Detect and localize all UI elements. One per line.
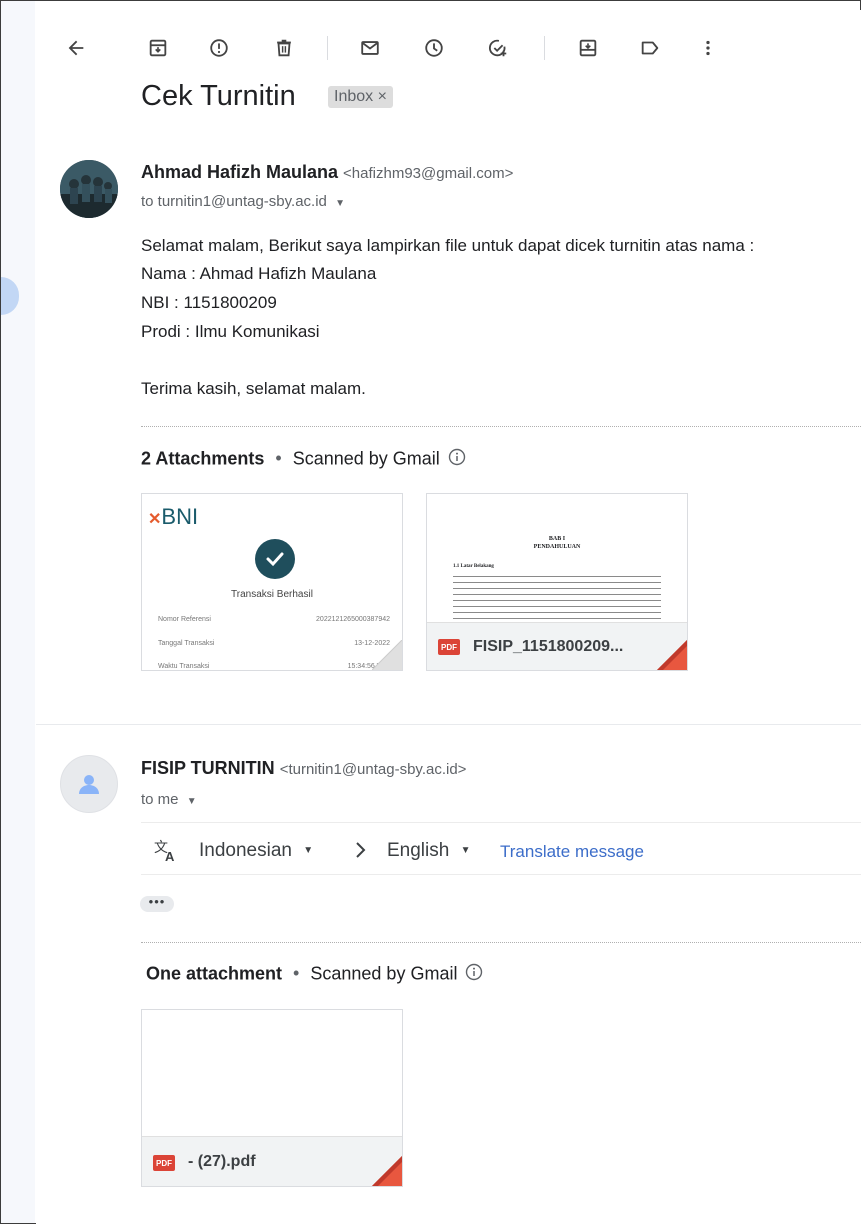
info-icon[interactable]: [465, 963, 483, 986]
bullet-separator: •: [275, 448, 282, 469]
attachment-thumbnail-pdf[interactable]: PDF - (27).pdf: [141, 1009, 403, 1187]
left-nav-strip: [1, 1, 35, 1223]
page-fold-icon: [372, 640, 402, 670]
show-trimmed-content-button[interactable]: •••: [140, 895, 174, 912]
pdf-preview-section: 1.1 Latar Belakang: [453, 564, 494, 569]
add-task-icon[interactable]: [482, 32, 514, 64]
chevron-down-icon: ▼: [460, 845, 471, 857]
check-circle-icon: [255, 539, 295, 579]
recipient-text: to me: [141, 791, 179, 808]
inbox-label-chip[interactable]: Inbox ×: [328, 86, 393, 108]
label-icon[interactable]: [634, 32, 666, 64]
chevron-down-icon: ▼: [335, 198, 345, 209]
attachments-header: One attachment • Scanned by Gmail: [146, 963, 483, 986]
attachment-footer: PDF FISIP_1151800209...: [427, 622, 687, 670]
bullet-separator: •: [293, 963, 300, 984]
source-language-select[interactable]: Indonesian ▼: [199, 840, 313, 862]
email-subject: Cek Turnitin: [141, 80, 296, 112]
receipt-label: Waktu Transaksi: [158, 663, 210, 670]
body-line: Prodi : Ilmu Komunikasi: [141, 322, 320, 341]
bni-brand: BNI: [161, 504, 199, 529]
pdf-preview-text: [453, 574, 661, 622]
body-line: NBI : 1151800209: [141, 293, 277, 312]
attachment-thumbnail-pdf[interactable]: BAB I PENDAHULUAN 1.1 Latar Belakang PDF…: [426, 493, 688, 671]
toolbar: [36, 10, 861, 88]
attachments-divider: [141, 942, 861, 943]
back-icon[interactable]: [60, 32, 92, 64]
pdf-preview: [142, 1010, 402, 1136]
sender-avatar[interactable]: [60, 160, 118, 218]
message-divider: [36, 724, 861, 725]
receipt-label: Nomor Referensi: [158, 616, 211, 623]
bni-logo-icon: ✕: [148, 511, 162, 528]
chevron-down-icon: ▼: [303, 845, 314, 857]
attachment-footer: PDF - (27).pdf: [142, 1136, 402, 1186]
sender-name[interactable]: FISIP TURNITIN <turnitin1@untag-sby.ac.i…: [141, 758, 466, 779]
attachment-filename: FISIP_1151800209...: [473, 638, 624, 655]
sender-email: <hafizhm93@gmail.com>: [343, 165, 514, 182]
archive-icon[interactable]: [142, 32, 174, 64]
pdf-icon: PDF: [438, 639, 460, 655]
body-line: Terima kasih, selamat malam.: [141, 379, 366, 398]
attachment-count: One attachment: [146, 963, 283, 984]
receipt-label: Tanggal Transaksi: [158, 640, 215, 647]
page-fold-icon: [657, 640, 687, 670]
attachments-divider: [141, 426, 861, 427]
translate-bottom-divider: [141, 874, 861, 875]
toolbar-separator: [544, 36, 545, 60]
default-avatar-icon: [79, 775, 99, 794]
sender-name-text: FISIP TURNITIN: [141, 758, 275, 778]
message-panel: Cek Turnitin Inbox × Ahmad Hafizh Maulan…: [36, 10, 861, 1224]
svg-text:A: A: [165, 849, 175, 864]
pdf-preview-title: PENDAHULUAN: [533, 544, 581, 550]
nav-indicator[interactable]: [1, 277, 19, 315]
translate-message-link[interactable]: Translate message: [500, 842, 644, 862]
translate-bar: 文A Indonesian ▼ English ▼ Translate mess…: [141, 836, 861, 872]
chevron-down-icon: ▼: [186, 796, 197, 807]
recipient-text: to turnitin1@untag-sby.ac.id: [141, 193, 327, 210]
sender-email: <turnitin1@untag-sby.ac.id>: [279, 761, 467, 778]
target-language-select[interactable]: English ▼: [387, 840, 471, 862]
attachments-header: 2 Attachments • Scanned by Gmail: [141, 448, 466, 471]
scanned-label: Scanned by Gmail: [292, 448, 440, 469]
info-icon[interactable]: [448, 448, 466, 471]
pdf-icon: PDF: [153, 1155, 175, 1171]
page-fold-icon: [372, 1156, 402, 1186]
pdf-preview-title: BAB I: [548, 536, 566, 542]
body-line: Selamat malam, Berikut saya lampirkan fi…: [141, 236, 755, 255]
move-to-icon[interactable]: [572, 32, 604, 64]
more-icon[interactable]: [692, 32, 724, 64]
delete-icon[interactable]: [268, 32, 300, 64]
attachment-count: 2 Attachments: [141, 448, 265, 469]
pdf-preview: BAB I PENDAHULUAN 1.1 Latar Belakang: [427, 494, 687, 622]
scanned-label: Scanned by Gmail: [310, 963, 458, 984]
snooze-icon[interactable]: [418, 32, 450, 64]
translate-icon: 文A: [153, 838, 179, 870]
sender-name[interactable]: Ahmad Hafizh Maulana <hafizhm93@gmail.co…: [141, 162, 513, 183]
chevron-right-icon: [353, 840, 369, 866]
transaction-status: Transaksi Berhasil: [231, 589, 313, 600]
attachment-filename: - (27).pdf: [188, 1153, 256, 1170]
sender-avatar[interactable]: [60, 755, 118, 813]
translate-top-divider: [141, 822, 861, 823]
receipt-value: 2022121265000387942: [316, 616, 390, 623]
report-spam-icon[interactable]: [203, 32, 235, 64]
toolbar-separator: [327, 36, 328, 60]
attachment-thumbnail-image[interactable]: ✕BNI Transaksi Berhasil Nomor Referensi …: [141, 493, 403, 671]
target-language: English: [387, 840, 450, 861]
body-line: Nama : Ahmad Hafizh Maulana: [141, 264, 377, 283]
sender-name-text: Ahmad Hafizh Maulana: [141, 162, 339, 182]
source-language: Indonesian: [199, 840, 292, 861]
bni-logo: ✕BNI: [148, 504, 198, 530]
recipient-dropdown[interactable]: to me ▼: [141, 791, 197, 808]
recipient-dropdown[interactable]: to turnitin1@untag-sby.ac.id ▼: [141, 193, 345, 210]
mark-unread-icon[interactable]: [354, 32, 386, 64]
